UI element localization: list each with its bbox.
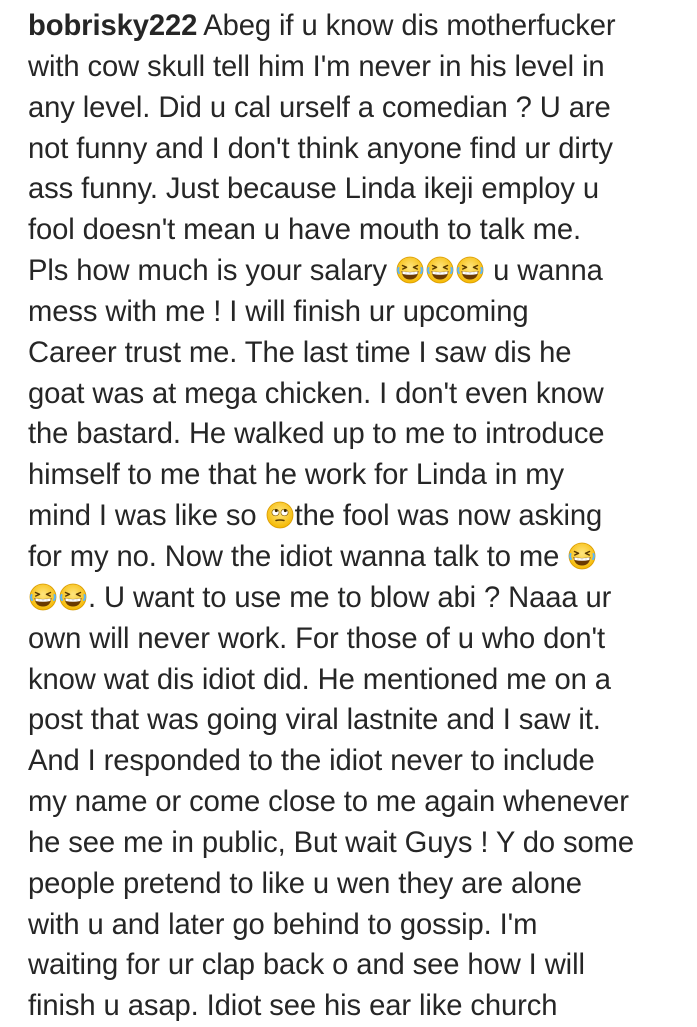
caption-line: he see me in public, But wait Guys ! Y d… <box>28 823 688 864</box>
caption-line: own will never work. For those of u who … <box>28 619 688 660</box>
caption-text: he see me in public, But wait Guys ! Y d… <box>28 826 634 859</box>
grinning-squinting-face-icon <box>59 583 87 611</box>
grinning-squinting-face-icon <box>568 542 596 570</box>
caption-text: the bastard. He walked up to me to intro… <box>28 418 605 451</box>
caption-line: with cow skull tell him I'm never in his… <box>28 47 688 88</box>
caption-text: . U want to use me to blow abi ? Naaa ur <box>88 581 612 614</box>
caption-text: with u and later go behind to gossip. I'… <box>28 908 538 941</box>
caption-text: ass funny. Just because Linda ikeji empl… <box>28 173 600 206</box>
caption-text: the fool was now asking <box>294 500 603 533</box>
caption-text: people pretend to like u wen they are al… <box>28 867 582 900</box>
caption-line: himself to me that he work for Linda in … <box>28 455 688 496</box>
caption-text: fool doesn't mean u have mouth to talk m… <box>28 214 582 247</box>
caption-text: goat was at mega chicken. I don't even k… <box>28 377 604 410</box>
caption-line: with u and later go behind to gossip. I'… <box>28 905 688 946</box>
caption-line: know wat dis idiot did. He mentioned me … <box>28 660 688 701</box>
face-with-rolling-eyes-icon <box>266 501 294 529</box>
caption-line: mind I was like so the fool was now aski… <box>28 496 688 537</box>
caption-text: Career trust me. The last time I saw dis… <box>28 336 572 369</box>
caption-text: post that was going viral lastnite and I… <box>28 704 601 737</box>
caption-text: Pls how much is your salary <box>28 255 388 288</box>
caption-text: mess with me ! I will finish ur upcoming <box>28 295 529 328</box>
caption-line: goat was at mega chicken. I don't even k… <box>28 374 688 415</box>
caption-text: u wanna <box>493 255 603 288</box>
grinning-squinting-face-icon <box>456 256 484 284</box>
caption-line: any level. Did u cal urself a comedian ?… <box>28 88 688 129</box>
caption-line: waiting for ur clap back o and see how I… <box>28 945 688 986</box>
caption-text: own will never work. For those of u who … <box>28 622 605 655</box>
caption-text: waiting for ur clap back o and see how I… <box>28 949 585 982</box>
caption-line: people pretend to like u wen they are al… <box>28 864 688 905</box>
caption-line: bobrisky222 Abeg if u know dis motherfuck… <box>28 6 688 47</box>
caption-text: mind I was like so <box>28 500 257 533</box>
caption-text: for my no. Now the idiot wanna talk to m… <box>28 540 560 573</box>
caption-line: Pls how much is your salary u wanna <box>28 251 688 292</box>
caption-text: know wat dis idiot did. He mentioned me … <box>28 663 611 696</box>
caption-line: my name or come close to me again whenev… <box>28 782 688 823</box>
caption-text: not funny and I don't think anyone find … <box>28 132 613 165</box>
caption-text: finish u asap. Idiot see his ear like ch… <box>28 990 558 1023</box>
caption-line: post that was going viral lastnite and I… <box>28 700 688 741</box>
grinning-squinting-face-icon <box>396 256 424 284</box>
caption-line: And I responded to the idiot never to in… <box>28 741 688 782</box>
caption-line: the bastard. He walked up to me to intro… <box>28 414 688 455</box>
caption-text: himself to me that he work for Linda in … <box>28 459 564 492</box>
post-caption: bobrisky222 Abeg if u know dis motherfuck… <box>28 6 688 1027</box>
grinning-squinting-face-icon <box>29 583 57 611</box>
caption-line: ass funny. Just because Linda ikeji empl… <box>28 169 688 210</box>
grinning-squinting-face-icon <box>426 256 454 284</box>
caption-text: Abeg if u know dis motherfucker <box>203 10 616 42</box>
caption-line: finish u asap. Idiot see his ear like ch… <box>28 986 688 1027</box>
caption-text: with cow skull tell him I'm never in his… <box>28 50 605 83</box>
caption-line: for my no. Now the idiot wanna talk to m… <box>28 537 688 578</box>
caption-text: And I responded to the idiot never to in… <box>28 745 595 778</box>
username-link[interactable]: bobrisky222 <box>28 10 197 42</box>
caption-line: not funny and I don't think anyone find … <box>28 129 688 170</box>
caption-line: Career trust me. The last time I saw dis… <box>28 333 688 374</box>
caption-text: any level. Did u cal urself a comedian ?… <box>28 91 611 124</box>
caption-text: my name or come close to me again whenev… <box>28 786 629 819</box>
caption-line: mess with me ! I will finish ur upcoming <box>28 292 688 333</box>
caption-line: . U want to use me to blow abi ? Naaa ur <box>28 578 688 619</box>
caption-line: fool doesn't mean u have mouth to talk m… <box>28 210 688 251</box>
